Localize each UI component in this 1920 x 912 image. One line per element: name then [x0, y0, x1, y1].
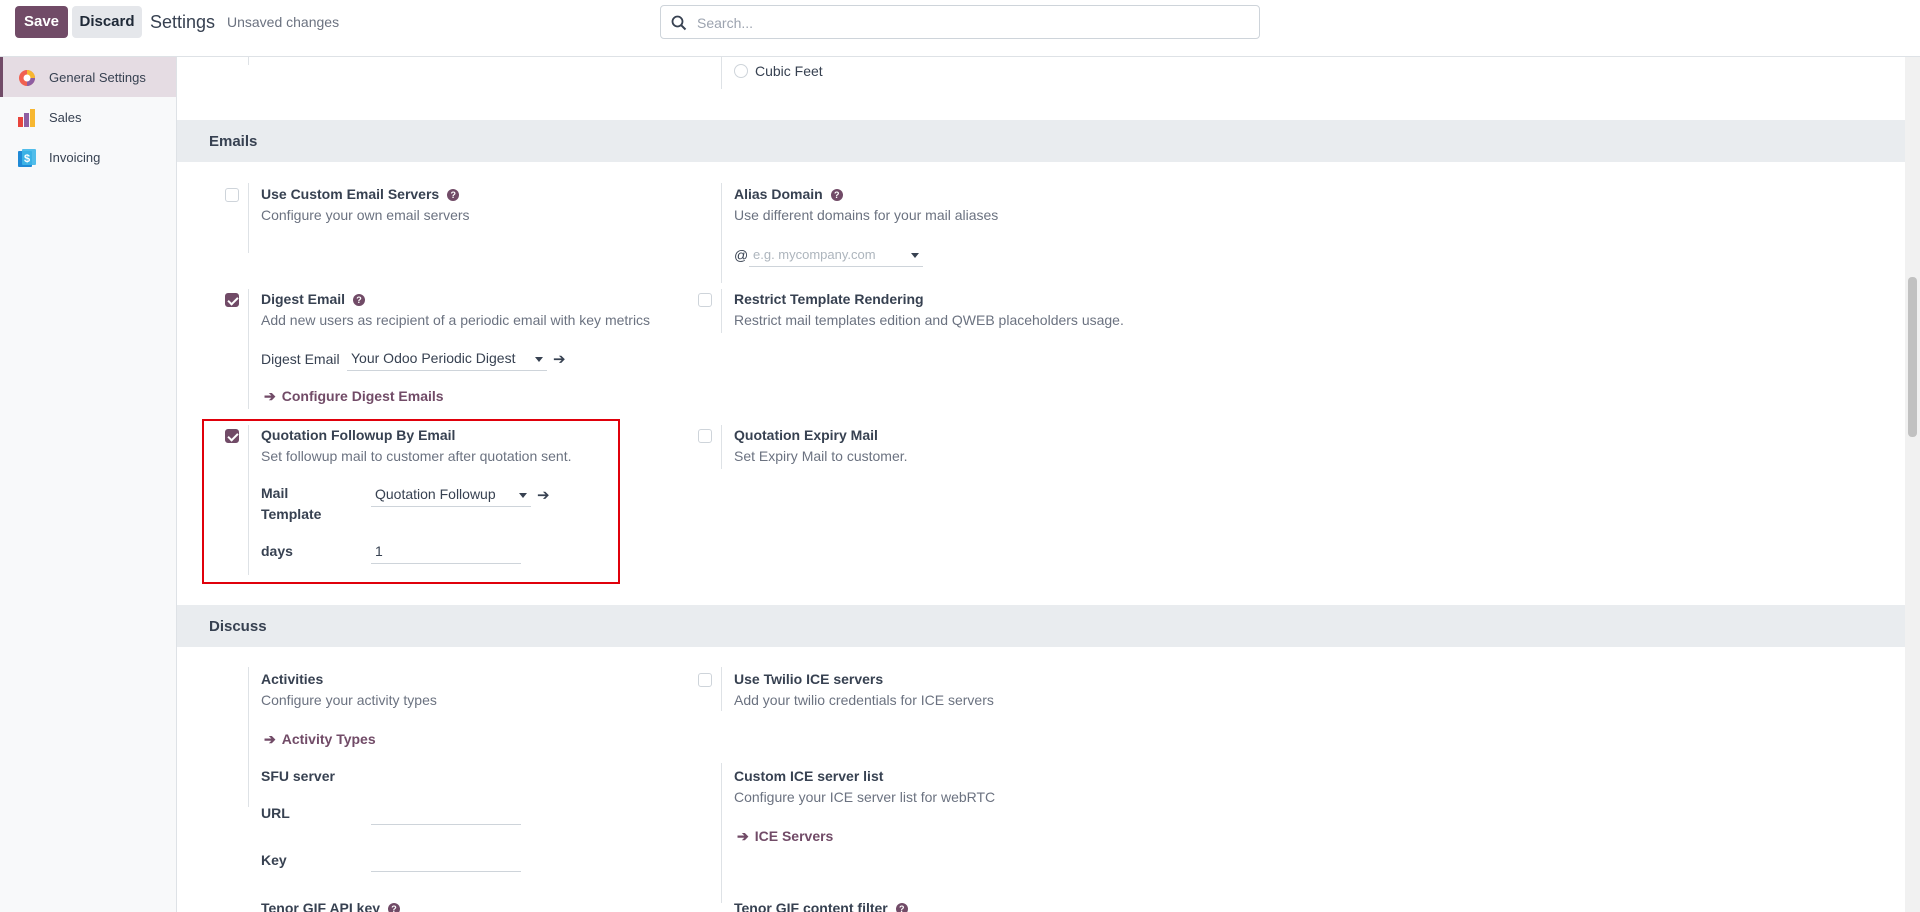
custom-ice-list-desc: Configure your ICE server list for webRT…: [734, 789, 996, 805]
search-input[interactable]: [697, 12, 1237, 34]
setting-divider: [721, 289, 722, 333]
quotation-followup-title: Quotation Followup By Email: [261, 427, 456, 443]
discard-button[interactable]: Discard: [72, 6, 142, 38]
scrollbar-thumb[interactable]: [1908, 277, 1917, 437]
alias-domain-select[interactable]: e.g. mycompany.com: [749, 243, 923, 267]
mail-template-label: Mail: [261, 485, 289, 501]
setting-divider: [721, 763, 722, 903]
sfu-url-input[interactable]: [371, 801, 521, 825]
custom-email-servers-title: Use Custom Email Servers?: [261, 186, 460, 202]
unsaved-status: Unsaved changes: [227, 14, 340, 30]
help-icon[interactable]: ?: [388, 903, 401, 912]
restrict-template-checkbox[interactable]: [698, 293, 712, 307]
chevron-down-icon: [519, 493, 527, 498]
help-icon[interactable]: ?: [353, 294, 366, 306]
chevron-down-icon: [911, 253, 919, 258]
setting-divider: [248, 183, 249, 253]
restrict-template-desc: Restrict mail templates edition and QWEB…: [734, 312, 1124, 328]
sfu-server-title: SFU server: [261, 768, 335, 784]
general-settings-icon: [19, 70, 35, 86]
discuss-section-title: Discuss: [209, 618, 267, 635]
quotation-expiry-title: Quotation Expiry Mail: [734, 427, 878, 443]
emails-section-title: Emails: [209, 133, 258, 150]
emails-section-header: Emails: [177, 120, 1905, 162]
tenor-content-filter-title: Tenor GIF content filter?: [734, 900, 908, 912]
quotation-expiry-checkbox[interactable]: [698, 429, 712, 443]
setting-divider: [721, 57, 722, 89]
alias-domain-title: Alias Domain?: [734, 186, 843, 202]
sidebar-item-label: Invoicing: [49, 150, 101, 165]
days-label: days: [261, 543, 293, 559]
page-title: Settings: [150, 12, 216, 32]
activities-desc: Configure your activity types: [261, 692, 437, 708]
mail-template-open-arrow-icon[interactable]: ➔: [537, 486, 550, 504]
help-icon[interactable]: ?: [447, 189, 460, 201]
invoicing-icon: $: [18, 149, 36, 167]
digest-open-arrow-icon[interactable]: ➔: [553, 350, 566, 368]
sidebar-item-invoicing[interactable]: $ Invoicing: [0, 137, 176, 177]
discuss-section-header: Discuss: [177, 605, 1905, 647]
cubic-feet-radio[interactable]: [734, 64, 748, 78]
tenor-api-key-title: Tenor GIF API key?: [261, 900, 401, 912]
custom-email-servers-desc: Configure your own email servers: [261, 207, 470, 223]
help-icon[interactable]: ?: [895, 903, 908, 912]
content-scrollbar[interactable]: [1905, 57, 1920, 912]
sidebar-item-label: General Settings: [49, 70, 146, 85]
alias-at-sign: @: [734, 247, 749, 263]
quotation-followup-checkbox[interactable]: [225, 429, 239, 443]
sfu-key-input[interactable]: [371, 848, 521, 872]
save-button[interactable]: Save: [15, 6, 68, 38]
quotation-expiry-desc: Set Expiry Mail to customer.: [734, 448, 908, 464]
days-value: 1: [375, 543, 383, 559]
setting-divider: [248, 289, 249, 409]
mail-template-label: Template: [261, 506, 322, 522]
activity-types-link[interactable]: ➔ Activity Types: [264, 731, 376, 748]
mail-template-value: Quotation Followup: [375, 486, 496, 502]
digest-email-title: Digest Email?: [261, 291, 366, 307]
setting-divider: [248, 667, 249, 807]
control-panel: Save Discard Settings Unsaved changes: [0, 0, 1920, 57]
custom-ice-list-title: Custom ICE server list: [734, 768, 884, 784]
chevron-down-icon: [535, 357, 543, 362]
cubic-feet-label: Cubic Feet: [755, 63, 823, 79]
sfu-url-label: URL: [261, 805, 290, 821]
setting-divider: [721, 425, 722, 469]
ice-servers-link[interactable]: ➔ ICE Servers: [737, 828, 833, 845]
setting-divider: [248, 57, 249, 65]
mail-template-select[interactable]: Quotation Followup: [371, 483, 531, 507]
arrow-right-icon: ➔: [264, 388, 276, 404]
digest-email-select[interactable]: Your Odoo Periodic Digest: [347, 347, 547, 371]
sidebar-item-general-settings[interactable]: General Settings: [0, 57, 176, 97]
arrow-right-icon: ➔: [737, 828, 749, 844]
digest-email-desc: Add new users as recipient of a periodic…: [261, 312, 651, 328]
configure-digest-emails-link[interactable]: ➔ Configure Digest Emails: [264, 388, 444, 405]
sidebar-item-sales[interactable]: Sales: [0, 97, 176, 137]
activities-title: Activities: [261, 671, 324, 687]
sidebar-item-label: Sales: [49, 110, 82, 125]
alias-domain-placeholder: e.g. mycompany.com: [753, 247, 876, 262]
svg-text:$: $: [24, 153, 30, 165]
settings-sidebar: General Settings Sales $ Invoicing: [0, 57, 177, 912]
search-icon: [671, 15, 687, 31]
twilio-ice-title: Use Twilio ICE servers: [734, 671, 884, 687]
search-box[interactable]: [660, 5, 1260, 39]
digest-email-field-label: Digest Email: [261, 351, 340, 367]
setting-divider: [248, 425, 249, 575]
alias-domain-desc: Use different domains for your mail alia…: [734, 207, 999, 223]
twilio-ice-checkbox[interactable]: [698, 673, 712, 687]
twilio-ice-desc: Add your twilio credentials for ICE serv…: [734, 692, 994, 708]
days-input[interactable]: 1: [371, 540, 521, 564]
digest-email-checkbox[interactable]: [225, 293, 239, 307]
help-icon[interactable]: ?: [830, 189, 843, 201]
arrow-right-icon: ➔: [264, 731, 276, 747]
settings-content: Cubic Feet Emails Use Custom Email Serve…: [177, 57, 1905, 912]
restrict-template-title: Restrict Template Rendering: [734, 291, 924, 307]
sfu-key-label: Key: [261, 852, 287, 868]
custom-email-servers-checkbox[interactable]: [225, 188, 239, 202]
quotation-followup-desc: Set followup mail to customer after quot…: [261, 448, 572, 464]
digest-email-value: Your Odoo Periodic Digest: [351, 350, 516, 366]
setting-divider: [721, 667, 722, 711]
sales-icon: [18, 109, 35, 127]
setting-divider: [721, 183, 722, 283]
